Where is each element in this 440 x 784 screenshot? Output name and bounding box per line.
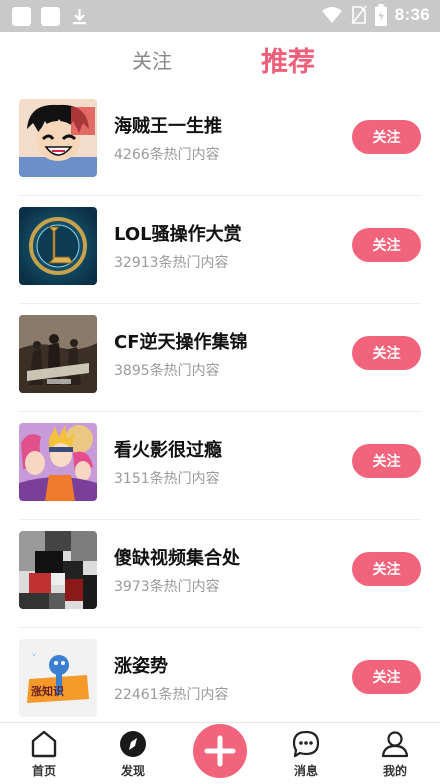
- nav-home[interactable]: 首页: [14, 729, 74, 779]
- list-item[interactable]: CF逆天操作集锦 3895条热门内容 关注: [19, 304, 421, 412]
- follow-button[interactable]: 关注: [352, 552, 421, 586]
- topic-thumbnail: [19, 315, 97, 393]
- tab-follow[interactable]: 关注: [132, 45, 172, 74]
- tab-recommend[interactable]: 推荐: [261, 40, 315, 79]
- topic-count: 32913条热门内容: [114, 255, 229, 271]
- follow-button[interactable]: 关注: [352, 228, 421, 262]
- topic-thumbnail: [19, 423, 97, 501]
- status-bar: 8:36: [0, 0, 440, 32]
- nav-discover-label: 发现: [120, 764, 145, 778]
- wifi-icon: [321, 7, 342, 23]
- nav-mine-label: 我的: [382, 764, 407, 778]
- no-sim-icon: [351, 5, 367, 25]
- topic-title: CF逆天操作集锦: [114, 332, 248, 353]
- topic-title: LOL骚操作大赏: [114, 224, 242, 245]
- list-item[interactable]: 海贼王一生推 4266条热门内容 关注: [19, 88, 421, 196]
- download-icon: [70, 7, 89, 26]
- topic-thumbnail: [19, 531, 97, 609]
- notification-icon: [12, 7, 31, 26]
- status-time: 8:36: [394, 5, 430, 24]
- follow-button[interactable]: 关注: [352, 660, 421, 694]
- topic-title: 傻缺视频集合处: [114, 548, 240, 569]
- topic-count: 4266条热门内容: [114, 147, 220, 163]
- list-item[interactable]: 傻缺视频集合处 3973条热门内容 关注: [19, 520, 421, 628]
- list-item[interactable]: LOL骚操作大赏 32913条热门内容 关注: [19, 196, 421, 304]
- add-button[interactable]: [193, 724, 247, 778]
- battery-icon: [374, 4, 387, 26]
- nav-messages[interactable]: 消息: [276, 729, 336, 779]
- topic-count: 3973条热门内容: [114, 579, 220, 595]
- home-icon: [31, 730, 57, 758]
- topic-thumbnail: [19, 99, 97, 177]
- nav-mine[interactable]: 我的: [365, 729, 425, 779]
- topic-count: 3895条热门内容: [114, 363, 220, 379]
- topic-count: 3151条热门内容: [114, 471, 220, 487]
- list-item[interactable]: 涨知识 涨姿势 22461条热门内容 关注: [19, 628, 421, 724]
- follow-button[interactable]: 关注: [352, 444, 421, 478]
- user-icon: [381, 731, 409, 758]
- topic-title: 看火影很过瘾: [114, 440, 222, 461]
- topic-title: 涨姿势: [114, 656, 168, 677]
- chat-bubble-icon: [292, 730, 320, 758]
- nav-discover[interactable]: 发现: [103, 729, 163, 779]
- follow-button[interactable]: 关注: [352, 336, 421, 370]
- topic-title: 海贼王一生推: [114, 116, 222, 137]
- topic-thumbnail: 涨知识: [19, 639, 97, 717]
- nav-home-label: 首页: [31, 764, 56, 778]
- knowledge-logo-text: 涨知识: [31, 684, 64, 698]
- topic-thumbnail: [19, 207, 97, 285]
- nav-messages-label: 消息: [293, 764, 318, 778]
- follow-button[interactable]: 关注: [352, 120, 421, 154]
- plus-icon: [204, 735, 236, 767]
- notification-icon: [41, 7, 60, 26]
- topic-count: 22461条热门内容: [114, 687, 229, 703]
- list-item[interactable]: 看火影很过瘾 3151条热门内容 关注: [19, 412, 421, 520]
- topic-list: 海贼王一生推 4266条热门内容 关注 LOL骚操作大赏 32913条热门内容 …: [0, 88, 440, 724]
- compass-icon: [120, 731, 146, 757]
- top-tabs: 关注 推荐: [0, 32, 440, 88]
